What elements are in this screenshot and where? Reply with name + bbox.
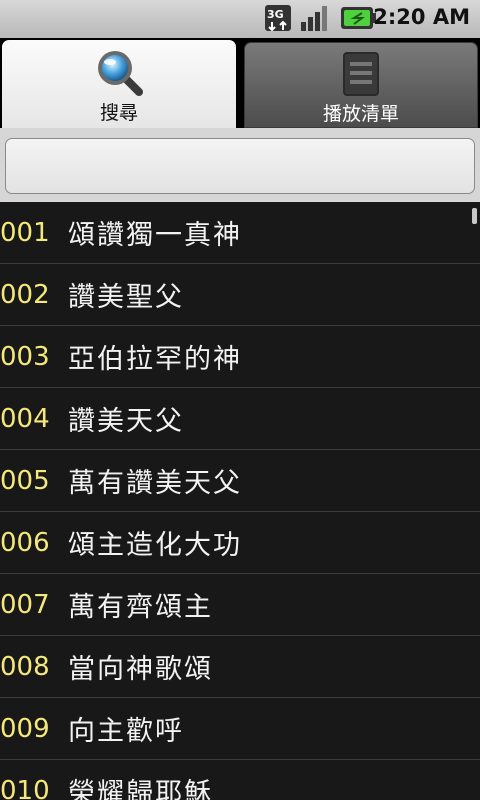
3g-icon: 3G xyxy=(265,5,291,32)
list-icon xyxy=(343,52,379,96)
search-input[interactable] xyxy=(5,138,475,194)
list-item[interactable]: 001 頌讚獨一真神 xyxy=(0,202,480,264)
list-scrollbar[interactable] xyxy=(472,208,477,224)
list-item[interactable]: 009 向主歡呼 xyxy=(0,698,480,760)
song-number: 008 xyxy=(0,651,50,682)
song-number: 003 xyxy=(0,341,50,372)
song-title: 向主歡呼 xyxy=(68,716,184,747)
status-bar: 3G 2:20 AM xyxy=(0,0,480,38)
list-item[interactable]: 003 亞伯拉罕的神 xyxy=(0,326,480,388)
song-number: 002 xyxy=(0,279,50,310)
tab-playlist-label: 播放清單 xyxy=(322,103,399,125)
song-title: 萬有齊頌主 xyxy=(68,592,213,623)
list-item[interactable]: 005 萬有讚美天父 xyxy=(0,450,480,512)
song-number: 004 xyxy=(0,403,50,434)
song-title: 榮耀歸耶穌 xyxy=(68,778,213,800)
list-item[interactable]: 008 當向神歌頌 xyxy=(0,636,480,698)
song-number: 006 xyxy=(0,527,50,558)
song-title: 頌讚獨一真神 xyxy=(68,220,242,251)
list-item[interactable]: 006 頌主造化大功 xyxy=(0,512,480,574)
song-title: 萬有讚美天父 xyxy=(68,468,242,499)
signal-icon xyxy=(301,6,327,31)
search-icon xyxy=(98,51,143,96)
list-item[interactable]: 010 榮耀歸耶穌 xyxy=(0,760,480,800)
song-list[interactable]: 001 頌讚獨一真神 002 讚美聖父 003 亞伯拉罕的神 004 讚美天父 … xyxy=(0,202,480,800)
song-title: 讚美天父 xyxy=(68,406,184,437)
svg-text:3G: 3G xyxy=(267,8,284,21)
tab-search[interactable]: 搜尋 xyxy=(2,40,236,128)
tab-search-label: 搜尋 xyxy=(99,102,138,124)
list-item[interactable]: 004 讚美天父 xyxy=(0,388,480,450)
song-number: 010 xyxy=(0,775,50,800)
song-number: 005 xyxy=(0,465,50,496)
song-number: 001 xyxy=(0,217,50,248)
song-number: 009 xyxy=(0,713,50,744)
song-number: 007 xyxy=(0,589,50,620)
list-item[interactable]: 002 讚美聖父 xyxy=(0,264,480,326)
song-title: 頌主造化大功 xyxy=(68,530,242,561)
tab-playlist[interactable]: 播放清單 xyxy=(244,42,478,128)
search-panel xyxy=(0,128,480,202)
status-clock: 2:20 AM xyxy=(373,5,470,29)
battery-icon xyxy=(341,7,376,29)
tab-bar: 搜尋 播放清單 xyxy=(0,38,480,128)
list-item[interactable]: 007 萬有齊頌主 xyxy=(0,574,480,636)
song-title: 讚美聖父 xyxy=(68,282,184,313)
song-title: 當向神歌頌 xyxy=(68,654,213,685)
song-title: 亞伯拉罕的神 xyxy=(68,344,242,375)
